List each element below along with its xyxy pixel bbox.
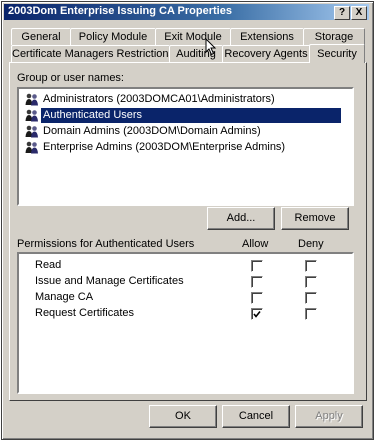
allow-checkbox-read[interactable] (251, 260, 263, 272)
tab-storage[interactable]: Storage (303, 28, 365, 45)
deny-column-header: Deny (298, 238, 324, 250)
checkmark-icon (253, 311, 261, 318)
permission-name: Request Certificates (35, 307, 135, 319)
tab-security[interactable]: Security (309, 44, 365, 63)
list-item-domain-admins[interactable]: Domain Admins (2003DOM\Domain Admins) (23, 124, 261, 139)
list-item-administrators[interactable]: Administrators (2003DOMCA01\Administrato… (23, 92, 275, 107)
help-button[interactable]: ? (334, 6, 350, 20)
tab-general[interactable]: General (11, 28, 71, 45)
permission-row-read: Read (19, 258, 352, 274)
permission-row-manage-ca: Manage CA (19, 290, 352, 306)
deny-checkbox-request-certificates[interactable] (305, 308, 317, 320)
permission-row-request-certificates: Request Certificates (19, 306, 352, 322)
tab-policy-module[interactable]: Policy Module (70, 28, 156, 45)
deny-checkbox-issue-manage[interactable] (305, 276, 317, 288)
cancel-button[interactable]: Cancel (222, 405, 290, 428)
users-group-icon (25, 93, 38, 106)
permissions-list: Read Issue and Manage Certificates Manag… (17, 252, 354, 394)
allow-column-header: Allow (242, 238, 269, 250)
close-button[interactable]: X (351, 6, 367, 20)
allow-checkbox-request-certificates[interactable] (251, 308, 263, 320)
arrow-cursor-icon (205, 38, 217, 56)
list-item-label: Administrators (2003DOMCA01\Administrato… (43, 93, 275, 105)
apply-button[interactable]: Apply (295, 405, 363, 428)
list-item-authenticated-users[interactable]: Authenticated Users (23, 108, 353, 123)
window-title: 2003Dom Enterprise Issuing CA Properties (8, 5, 232, 17)
properties-dialog: 2003Dom Enterprise Issuing CA Properties… (1, 1, 374, 440)
permission-name: Read (35, 259, 62, 271)
title-bar[interactable]: 2003Dom Enterprise Issuing CA Properties… (4, 4, 369, 20)
tab-exit-module[interactable]: Exit Module (155, 28, 231, 45)
tab-certificate-managers-restrictions[interactable]: Certificate Managers Restrictions (11, 45, 174, 62)
permissions-label: Permissions for Authenticated Users (17, 238, 195, 250)
permission-name: Manage CA (35, 291, 94, 303)
allow-checkbox-issue-manage[interactable] (251, 276, 263, 288)
users-group-icon (25, 141, 38, 154)
group-names-label: Group or user names: (17, 72, 124, 84)
deny-checkbox-read[interactable] (305, 260, 317, 272)
list-item-label: Enterprise Admins (2003DOM\Enterprise Ad… (43, 141, 286, 153)
permission-name: Issue and Manage Certificates (35, 275, 184, 287)
list-item-label: Authenticated Users (41, 108, 341, 123)
allow-checkbox-manage-ca[interactable] (251, 292, 263, 304)
add-button[interactable]: Add... (207, 207, 275, 230)
list-item-enterprise-admins[interactable]: Enterprise Admins (2003DOM\Enterprise Ad… (23, 140, 285, 155)
deny-checkbox-manage-ca[interactable] (305, 292, 317, 304)
users-group-icon (25, 109, 38, 122)
users-group-icon (25, 125, 38, 138)
list-item-label: Domain Admins (2003DOM\Domain Admins) (43, 125, 261, 137)
group-names-list[interactable]: Administrators (2003DOMCA01\Administrato… (17, 87, 354, 206)
remove-button[interactable]: Remove (281, 207, 349, 230)
tab-extensions[interactable]: Extensions (230, 28, 304, 45)
permission-row-issue-manage: Issue and Manage Certificates (19, 274, 352, 290)
ok-button[interactable]: OK (149, 405, 217, 428)
tab-recovery-agents[interactable]: Recovery Agents (222, 45, 310, 62)
